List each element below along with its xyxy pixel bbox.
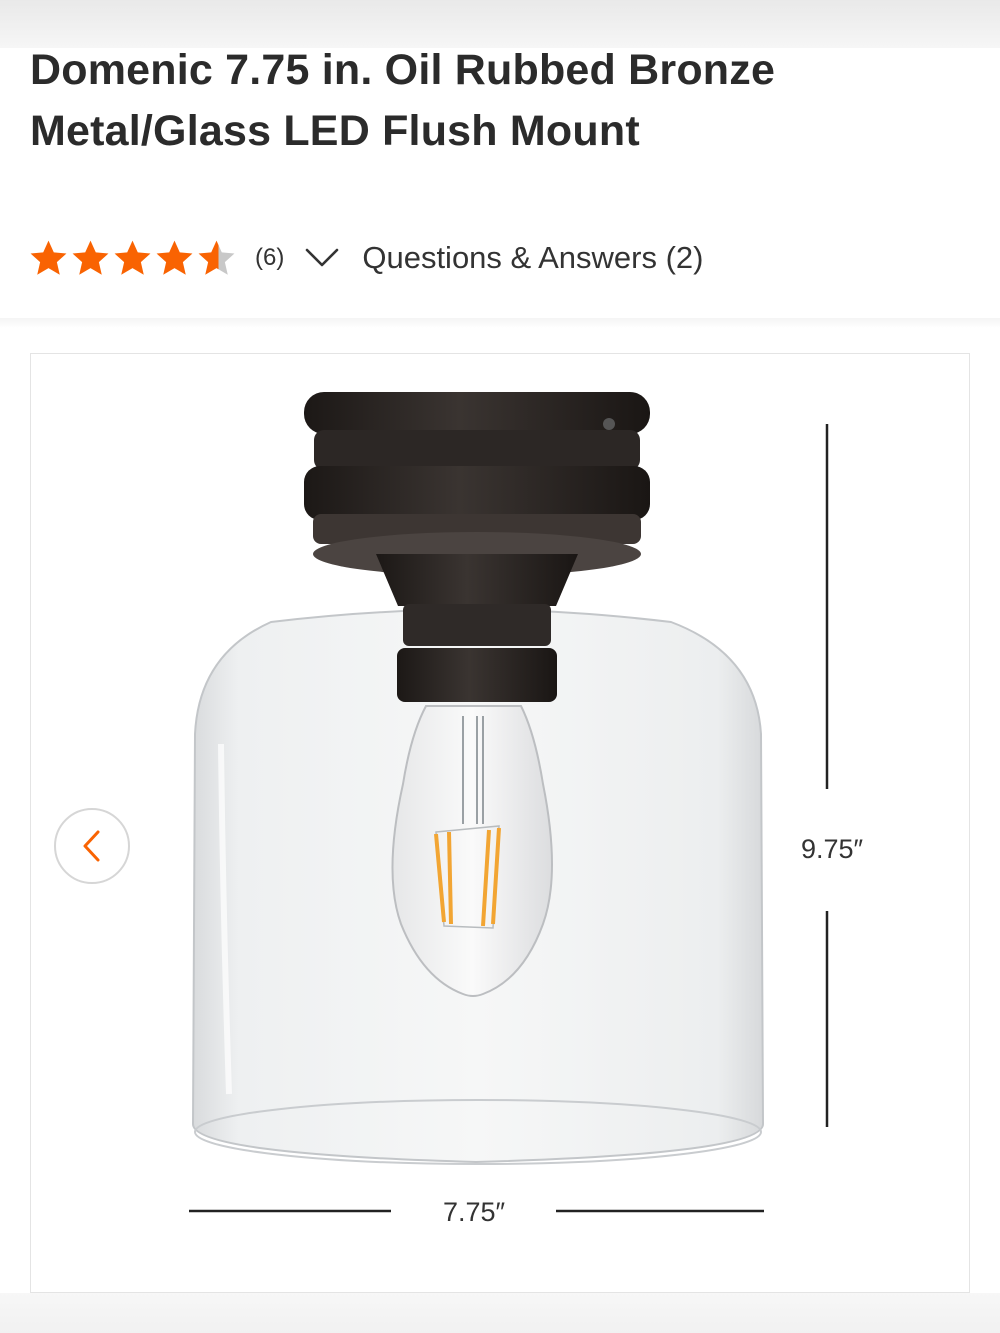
star-icon <box>72 240 109 275</box>
height-dimension-label: 9.75″ <box>801 834 864 864</box>
star-icon <box>156 240 193 275</box>
rating-row: (6) Questions & Answers (2) <box>28 236 703 280</box>
star-rating[interactable] <box>28 238 237 279</box>
questions-answers-link[interactable]: Questions & Answers (2) <box>362 240 703 276</box>
star-icon <box>30 240 67 275</box>
product-image-gallery[interactable]: 9.75″ 7.75″ <box>30 353 970 1293</box>
half-star-icon <box>198 240 235 275</box>
chevron-left-icon <box>83 830 100 862</box>
chevron-down-icon[interactable] <box>304 246 340 270</box>
bottom-edge <box>0 1293 1000 1333</box>
previous-image-button[interactable] <box>54 808 130 884</box>
review-count[interactable]: (6) <box>255 244 284 272</box>
product-title: Domenic 7.75 in. Oil Rubbed Bronze Metal… <box>30 46 776 155</box>
width-dimension-label: 7.75″ <box>443 1197 506 1227</box>
divider <box>0 318 1000 328</box>
star-icon <box>114 240 151 275</box>
product-image <box>189 392 829 1213</box>
